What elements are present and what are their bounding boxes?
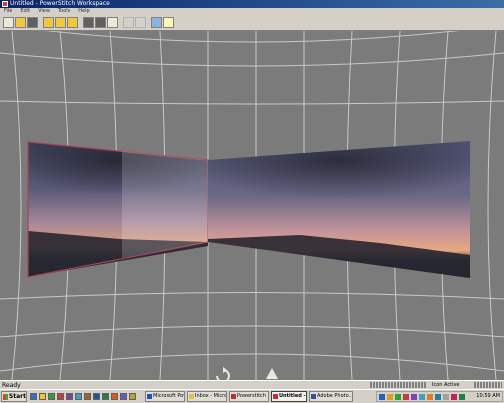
progress-indicator	[370, 382, 426, 388]
workspace-canvas[interactable]	[0, 31, 504, 380]
task-icon	[273, 394, 278, 399]
mail-icon[interactable]	[57, 393, 64, 400]
menu-edit[interactable]: Edit	[16, 8, 34, 15]
app-icon	[2, 1, 8, 7]
menu-file[interactable]: File	[0, 8, 16, 15]
tray-volume-icon[interactable]	[387, 394, 393, 400]
tray-app-icon[interactable]	[403, 394, 409, 400]
image-panel-right[interactable]	[208, 141, 470, 278]
tray-antivirus-icon[interactable]	[395, 394, 401, 400]
taskbar: Start Microsoft Pow... Inbox - Micros...…	[0, 389, 504, 403]
tray-app8-icon[interactable]	[459, 394, 465, 400]
explorer-icon[interactable]	[39, 393, 46, 400]
task-inbox[interactable]: Inbox - Micros...	[187, 391, 227, 402]
app-launch-icon[interactable]	[75, 393, 82, 400]
word-icon[interactable]	[93, 393, 100, 400]
task-icon	[231, 394, 236, 399]
menu-tools[interactable]: Tools	[54, 8, 74, 15]
task-label: Adobe Photo...	[317, 393, 353, 399]
disabled-button-1[interactable]	[123, 17, 134, 28]
status-ready: Ready	[2, 382, 21, 389]
warp-tool-icon	[266, 368, 278, 379]
task-microsoft-pow[interactable]: Microsoft Pow...	[145, 391, 185, 402]
tray-app4-icon[interactable]	[427, 394, 433, 400]
system-tray: 10:59 AM	[376, 391, 503, 402]
menu-view[interactable]: View	[34, 8, 54, 15]
tray-app7-icon[interactable]	[451, 394, 457, 400]
grid-view-button[interactable]	[83, 17, 94, 28]
start-label: Start	[8, 393, 26, 400]
task-icon	[311, 394, 316, 399]
task-adobe-photoshop[interactable]: Adobe Photo...	[309, 391, 353, 402]
warp-button[interactable]	[264, 367, 280, 380]
outlook-icon[interactable]	[120, 393, 127, 400]
task-icon	[189, 394, 194, 399]
tray-app3-icon[interactable]	[419, 394, 425, 400]
desktop-icon[interactable]	[30, 393, 37, 400]
tray-app2-icon[interactable]	[411, 394, 417, 400]
layers-button[interactable]	[67, 17, 78, 28]
windows-flag-icon	[3, 393, 8, 400]
window-title: Untitled - PowerStitch Workspace	[10, 0, 110, 7]
task-label: Inbox - Micros...	[195, 393, 227, 399]
title-bar: Untitled - PowerStitch Workspace	[0, 0, 504, 8]
rotate-icon	[216, 367, 230, 380]
menu-help[interactable]: Help	[74, 8, 93, 15]
add-folder-button[interactable]	[55, 17, 66, 28]
window-button[interactable]	[107, 17, 118, 28]
explorer2-icon[interactable]	[129, 393, 136, 400]
browser-icon[interactable]	[48, 393, 55, 400]
toolbar	[0, 15, 504, 31]
excel-icon[interactable]	[102, 393, 109, 400]
rotate-button[interactable]	[214, 367, 232, 380]
overlap-region	[122, 151, 208, 258]
help-button[interactable]	[163, 17, 174, 28]
media-icon[interactable]	[66, 393, 73, 400]
task-label: Untitled - ...	[279, 393, 306, 399]
stitch-workspace[interactable]	[0, 31, 504, 380]
status-mode: Icon Active	[432, 382, 460, 388]
render-button[interactable]	[95, 17, 106, 28]
add-image-button[interactable]	[43, 17, 54, 28]
tray-clock[interactable]: 10:59 AM	[476, 392, 500, 401]
open-button[interactable]	[15, 17, 26, 28]
tray-app6-icon[interactable]	[443, 394, 449, 400]
new-file-button[interactable]	[3, 17, 14, 28]
menu-bar: File Edit View Tools Help	[0, 8, 504, 15]
task-label: Microsoft Pow...	[153, 393, 184, 399]
task-powerstitch[interactable]: Powerstitch ...	[229, 391, 269, 402]
task-icon	[147, 394, 152, 399]
start-button[interactable]: Start	[1, 391, 27, 402]
powerpoint-icon[interactable]	[111, 393, 118, 400]
folder-quick-icon[interactable]	[84, 393, 91, 400]
tray-network-icon[interactable]	[379, 394, 385, 400]
task-label: Powerstitch ...	[237, 393, 269, 399]
task-untitled[interactable]: Untitled - ...	[271, 391, 307, 402]
preview-button[interactable]	[151, 17, 162, 28]
tray-app5-icon[interactable]	[435, 394, 441, 400]
status-meter	[474, 382, 502, 388]
status-bar: Ready Icon Active	[0, 380, 504, 389]
disabled-button-2[interactable]	[135, 17, 146, 28]
save-button[interactable]	[27, 17, 38, 28]
